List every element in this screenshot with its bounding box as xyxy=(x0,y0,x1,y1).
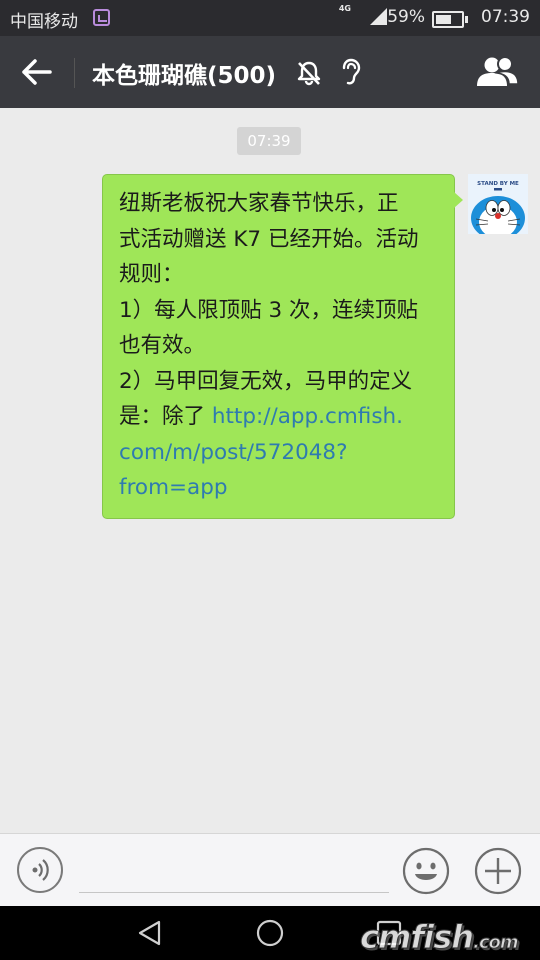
nav-home-icon[interactable] xyxy=(256,919,284,947)
message-line: 式活动赠送 K7 已经开始。活动 xyxy=(119,226,419,252)
more-functions-button[interactable] xyxy=(474,847,522,895)
avatar-caption: STAND BY ME xyxy=(477,181,519,187)
earpiece-icon xyxy=(342,58,361,85)
message-timestamp: 07:39 xyxy=(237,127,301,155)
header-divider xyxy=(74,58,75,88)
chat-title[interactable]: 本色珊瑚礁(500) xyxy=(92,56,276,90)
input-bar xyxy=(0,833,540,907)
group-members-button[interactable] xyxy=(474,54,522,90)
message-text: 是：除了 xyxy=(119,404,212,429)
message-line: 规则： xyxy=(119,262,184,287)
status-icons: 4G 59% 07:39 xyxy=(230,4,530,29)
message-line: 纽斯老板祝大家春节快乐，正 xyxy=(119,191,399,216)
watermark-main: cmfish xyxy=(359,918,474,957)
message-link[interactable]: from=app xyxy=(119,470,438,506)
status-clock: 07:39 xyxy=(481,7,530,27)
group-members-icon xyxy=(477,56,519,86)
nav-back-icon[interactable] xyxy=(136,919,164,947)
watermark-logo: cmfish.com xyxy=(359,918,520,957)
gallery-notification-icon xyxy=(93,9,110,26)
message-line: 1）每人限顶贴 3 次，连续顶贴 xyxy=(119,297,419,323)
message-link[interactable]: com/m/post/572048? xyxy=(119,435,438,471)
battery-icon xyxy=(432,11,468,28)
chat-header: 本色珊瑚礁(500) xyxy=(0,36,540,108)
mute-bell-icon xyxy=(297,61,321,86)
back-arrow-icon xyxy=(22,59,52,85)
battery-percent: 59% xyxy=(387,7,425,27)
emoji-icon xyxy=(402,847,450,895)
voice-icon xyxy=(32,859,49,881)
status-bar: 中国移动 4G 59% 07:39 xyxy=(0,0,540,36)
message-bubble[interactable]: 纽斯老板祝大家春节快乐，正 式活动赠送 K7 已经开始。活动 规则： 1）每人限… xyxy=(102,174,463,519)
network-type: 4G xyxy=(338,4,351,13)
message-input[interactable] xyxy=(79,848,389,893)
message-line: 是：除了 http://app.cmfish. xyxy=(119,399,438,435)
avatar[interactable]: STAND BY ME xyxy=(468,174,528,234)
message-line: 也有效。 xyxy=(119,333,206,358)
voice-button[interactable] xyxy=(17,847,63,893)
message-line: 2）马甲回复无效，马甲的定义 xyxy=(119,368,413,394)
system-nav-bar: cmfish.com xyxy=(0,906,540,960)
emoji-button[interactable] xyxy=(402,847,450,895)
back-button[interactable] xyxy=(10,50,62,94)
carrier-name: 中国移动 xyxy=(10,12,78,32)
message-link[interactable]: http://app.cmfish. xyxy=(212,404,403,429)
signal-icon xyxy=(370,8,387,25)
plus-icon xyxy=(474,847,522,895)
message-list[interactable]: 07:39 纽斯老板祝大家春节快乐，正 式活动赠送 K7 已经开始。活动 规则：… xyxy=(0,108,540,833)
watermark-suffix: .com xyxy=(473,932,520,954)
doraemon-avatar-image: STAND BY ME xyxy=(468,174,528,234)
